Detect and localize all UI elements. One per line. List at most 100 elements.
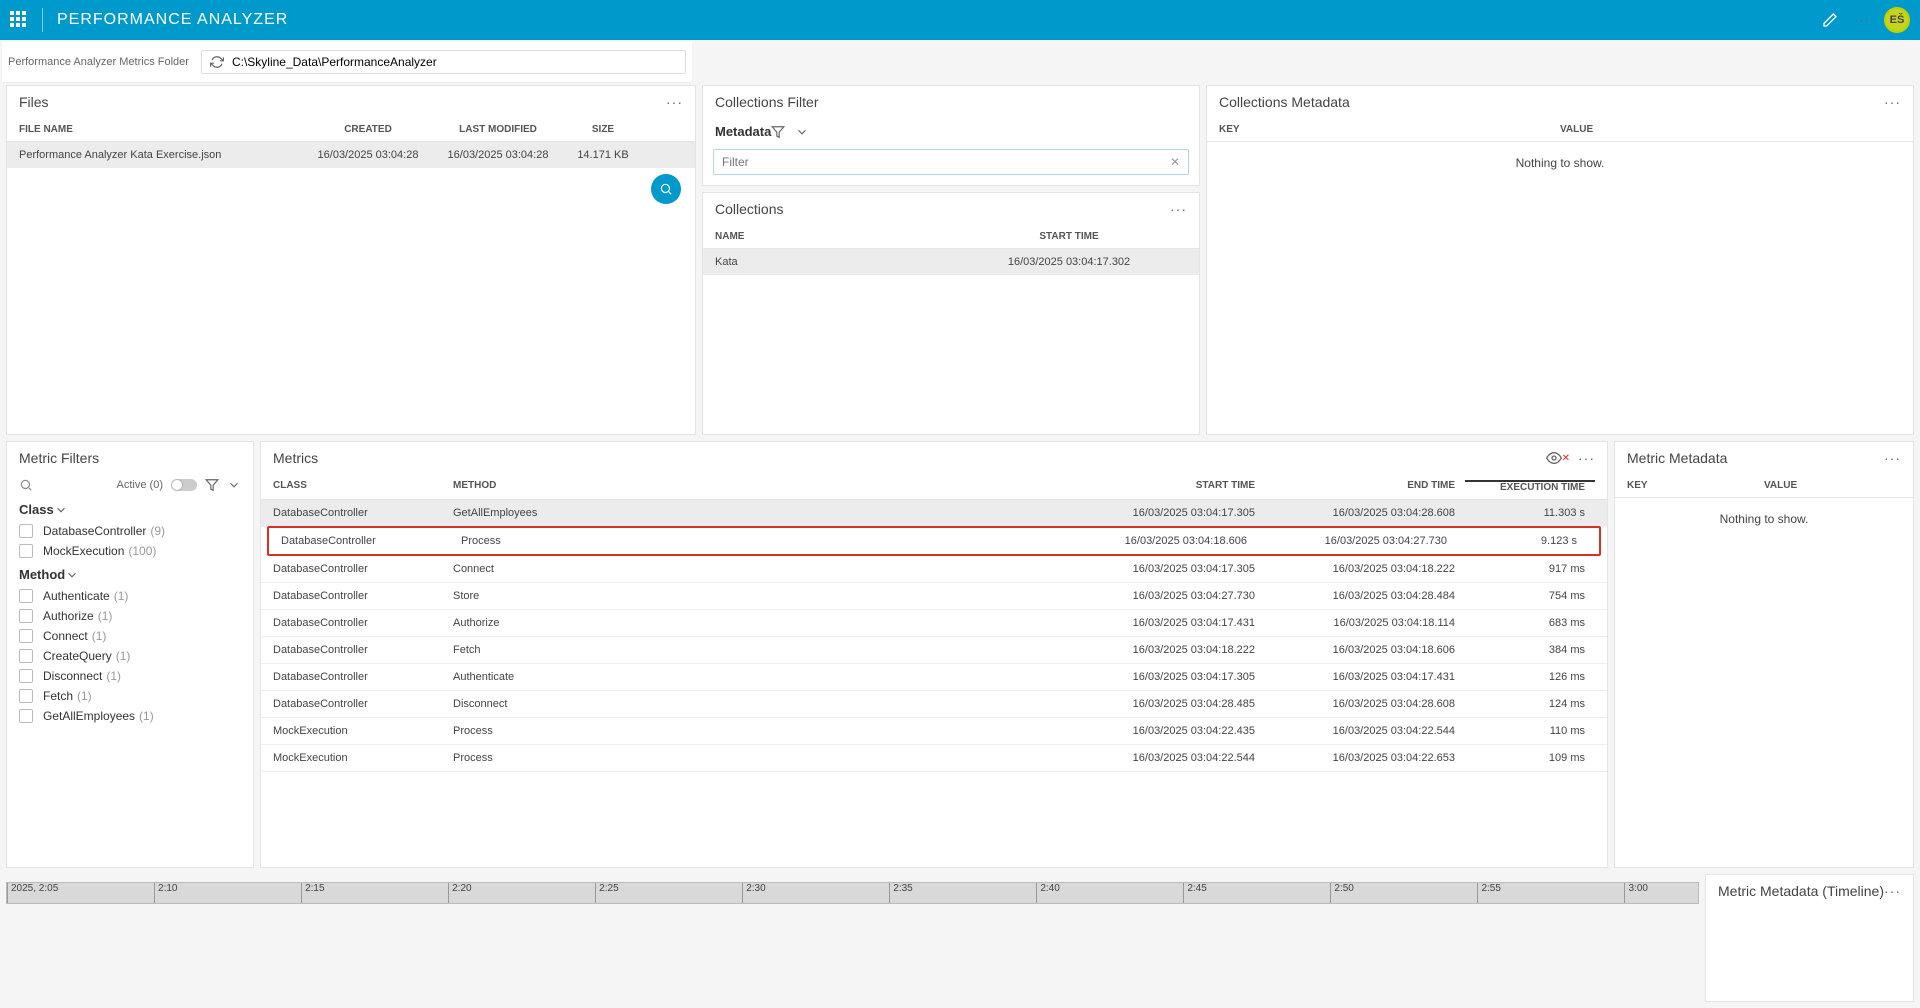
eye-icon[interactable] bbox=[1546, 450, 1562, 466]
col-cm-key[interactable]: KEY bbox=[1219, 124, 1560, 135]
method-filter-item[interactable]: Fetch (1) bbox=[19, 686, 241, 706]
class-filter-item[interactable]: MockExecution (100) bbox=[19, 541, 241, 561]
checkbox[interactable] bbox=[19, 649, 33, 663]
metric-exec: 754 ms bbox=[1465, 590, 1595, 602]
col-end[interactable]: END TIME bbox=[1265, 480, 1465, 493]
metric-row[interactable]: DatabaseController Fetch 16/03/2025 03:0… bbox=[261, 637, 1607, 664]
checkbox[interactable] bbox=[19, 524, 33, 538]
timeline[interactable]: 2025, 2:052:102:152:202:252:302:352:402:… bbox=[6, 882, 1699, 904]
class-filter-item[interactable]: DatabaseController (9) bbox=[19, 521, 241, 541]
checkbox[interactable] bbox=[19, 544, 33, 558]
metric-end: 16/03/2025 03:04:18.114 bbox=[1265, 617, 1465, 629]
col-start[interactable]: START TIME bbox=[1065, 480, 1265, 493]
col-modified[interactable]: LAST MODIFIED bbox=[433, 124, 563, 135]
folder-input-wrap[interactable] bbox=[201, 50, 686, 74]
method-filter-item[interactable]: Authorize (1) bbox=[19, 606, 241, 626]
metric-row[interactable]: DatabaseController Connect 16/03/2025 03… bbox=[261, 556, 1607, 583]
collections-more-icon[interactable]: ··· bbox=[1170, 201, 1187, 217]
metric-meta-more-icon[interactable]: ··· bbox=[1884, 450, 1901, 466]
metric-row[interactable]: DatabaseController Authenticate 16/03/20… bbox=[261, 664, 1607, 691]
coll-meta-more-icon[interactable]: ··· bbox=[1884, 94, 1901, 110]
col-created[interactable]: CREATED bbox=[303, 124, 433, 135]
metric-row[interactable]: MockExecution Process 16/03/2025 03:04:2… bbox=[261, 745, 1607, 772]
method-section-header[interactable]: Method bbox=[7, 561, 253, 586]
metric-meta-timeline-more-icon[interactable]: ··· bbox=[1884, 883, 1901, 899]
method-filter-item[interactable]: CreateQuery (1) bbox=[19, 646, 241, 666]
method-filter-item[interactable]: Disconnect (1) bbox=[19, 666, 241, 686]
metadata-filter-input[interactable] bbox=[722, 155, 1170, 169]
metric-exec: 110 ms bbox=[1465, 725, 1595, 737]
search-fab[interactable] bbox=[651, 174, 681, 204]
collections-filter-panel: Collections Filter Metadata ✕ bbox=[702, 85, 1200, 186]
clear-filters-icon[interactable] bbox=[205, 478, 219, 492]
metric-class: DatabaseController bbox=[273, 644, 453, 656]
file-row[interactable]: Performance Analyzer Kata Exercise.json … bbox=[7, 142, 695, 168]
files-more-icon[interactable]: ··· bbox=[666, 94, 683, 110]
collection-row[interactable]: Kata 16/03/2025 03:04:17.302 bbox=[703, 249, 1199, 275]
metric-start: 16/03/2025 03:04:27.730 bbox=[1065, 590, 1265, 602]
filter-count: (1) bbox=[92, 629, 107, 643]
col-size[interactable]: SIZE bbox=[563, 124, 643, 135]
file-created: 16/03/2025 03:04:28 bbox=[303, 149, 433, 161]
col-filename[interactable]: FILE NAME bbox=[19, 124, 303, 135]
col-coll-name[interactable]: NAME bbox=[715, 231, 951, 242]
filter-count: (100) bbox=[128, 544, 156, 558]
col-cm-value[interactable]: VALUE bbox=[1560, 124, 1901, 135]
method-filter-item[interactable]: GetAllEmployees (1) bbox=[19, 706, 241, 726]
metric-end: 16/03/2025 03:04:27.730 bbox=[1257, 535, 1457, 547]
metric-row[interactable]: DatabaseController Disconnect 16/03/2025… bbox=[261, 691, 1607, 718]
class-section-header[interactable]: Class bbox=[7, 496, 253, 521]
method-filter-item[interactable]: Authenticate (1) bbox=[19, 586, 241, 606]
filter-funnel-icon[interactable] bbox=[771, 125, 785, 139]
metric-end: 16/03/2025 03:04:18.222 bbox=[1265, 563, 1465, 575]
metric-end: 16/03/2025 03:04:18.606 bbox=[1265, 644, 1465, 656]
filter-count: (1) bbox=[139, 709, 154, 723]
col-class[interactable]: CLASS bbox=[273, 480, 453, 493]
metric-row[interactable]: DatabaseController GetAllEmployees 16/03… bbox=[261, 500, 1607, 527]
metric-row[interactable]: MockExecution Process 16/03/2025 03:04:2… bbox=[261, 718, 1607, 745]
checkbox[interactable] bbox=[19, 589, 33, 603]
metric-row[interactable]: DatabaseController Store 16/03/2025 03:0… bbox=[261, 583, 1607, 610]
metric-exec: 9.123 s bbox=[1457, 535, 1587, 547]
metadata-filter-input-wrap[interactable]: ✕ bbox=[713, 149, 1189, 175]
col-method[interactable]: METHOD bbox=[453, 480, 1065, 493]
coll-filter-title: Collections Filter bbox=[715, 94, 818, 110]
filter-label: GetAllEmployees bbox=[43, 709, 135, 723]
folder-input[interactable] bbox=[232, 55, 677, 69]
metric-row[interactable]: DatabaseController Process 16/03/2025 03… bbox=[267, 526, 1601, 556]
search-icon[interactable] bbox=[19, 478, 33, 492]
timeline-tick: 2:25 bbox=[595, 883, 618, 903]
col-mm-value[interactable]: VALUE bbox=[1764, 480, 1901, 491]
metric-meta-nothing: Nothing to show. bbox=[1615, 498, 1913, 540]
app-title: PERFORMANCE ANALYZER bbox=[57, 11, 288, 29]
col-mm-key[interactable]: KEY bbox=[1627, 480, 1764, 491]
clear-highlight-icon[interactable]: ✕ bbox=[1562, 453, 1570, 464]
edit-icon[interactable] bbox=[1820, 10, 1840, 30]
chevron-down-icon[interactable] bbox=[227, 478, 241, 492]
method-filter-item[interactable]: Connect (1) bbox=[19, 626, 241, 646]
metric-start: 16/03/2025 03:04:18.222 bbox=[1065, 644, 1265, 656]
clear-filter-icon[interactable]: ✕ bbox=[1170, 155, 1180, 169]
metrics-more-icon[interactable]: ··· bbox=[1578, 450, 1595, 466]
col-coll-start[interactable]: START TIME bbox=[951, 231, 1187, 242]
metric-row[interactable]: DatabaseController Authorize 16/03/2025 … bbox=[261, 610, 1607, 637]
active-toggle[interactable] bbox=[171, 479, 197, 491]
apps-icon[interactable] bbox=[10, 11, 28, 29]
timeline-tick: 3:00 bbox=[1624, 883, 1647, 903]
col-exec[interactable]: EXECUTION TIME bbox=[1465, 480, 1595, 493]
avatar[interactable]: EŠ bbox=[1884, 7, 1910, 33]
timeline-tick: 2:55 bbox=[1477, 883, 1500, 903]
refresh-icon[interactable] bbox=[210, 55, 224, 69]
checkbox[interactable] bbox=[19, 689, 33, 703]
checkbox[interactable] bbox=[19, 609, 33, 623]
metric-method: Process bbox=[461, 535, 1057, 547]
files-table-header: FILE NAME CREATED LAST MODIFIED SIZE bbox=[7, 118, 695, 142]
metric-exec: 11.303 s bbox=[1465, 507, 1595, 519]
files-panel: Files ··· FILE NAME CREATED LAST MODIFIE… bbox=[6, 85, 696, 435]
checkbox[interactable] bbox=[19, 709, 33, 723]
chevron-down-icon[interactable] bbox=[795, 125, 809, 139]
checkbox[interactable] bbox=[19, 669, 33, 683]
metric-end: 16/03/2025 03:04:28.608 bbox=[1265, 507, 1465, 519]
more-icon[interactable]: ··· bbox=[1852, 10, 1872, 30]
checkbox[interactable] bbox=[19, 629, 33, 643]
